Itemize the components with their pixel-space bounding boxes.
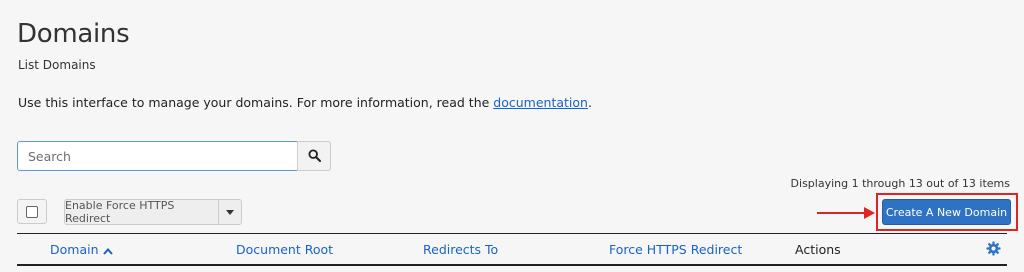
sort-ascending-icon: [102, 243, 113, 258]
column-actions: Actions: [795, 242, 841, 257]
intro-end: .: [587, 95, 592, 110]
search-button[interactable]: [297, 141, 331, 171]
display-count: Displaying 1 through 13 out of 13 items: [790, 177, 1010, 190]
table-settings-button[interactable]: [986, 241, 1001, 260]
https-dropdown-toggle[interactable]: [218, 199, 242, 225]
annotation-arrow-shaft: [817, 212, 867, 214]
checkbox-box: [26, 205, 38, 218]
enable-https-redirect-button[interactable]: Enable Force HTTPS Redirect: [64, 199, 219, 225]
documentation-link[interactable]: documentation: [493, 95, 588, 110]
intro-body: Use this interface to manage your domain…: [18, 95, 494, 110]
column-document-root[interactable]: Document Root: [236, 242, 333, 257]
page-title: Domains: [17, 19, 130, 49]
annotation-arrow-icon: [864, 207, 875, 219]
select-all-checkbox[interactable]: [17, 199, 47, 224]
page-subtitle: List Domains: [18, 58, 96, 72]
column-domain-label: Domain: [50, 242, 99, 257]
column-force-https[interactable]: Force HTTPS Redirect: [609, 242, 742, 257]
gear-icon: [986, 241, 1001, 260]
column-domain[interactable]: Domain: [50, 242, 113, 258]
create-domain-button[interactable]: Create A New Domain: [882, 199, 1011, 225]
intro-text: Use this interface to manage your domain…: [18, 95, 592, 110]
search-icon: [307, 147, 321, 166]
caret-down-icon: [226, 209, 234, 215]
table-header: Domain Document Root Redirects To Force …: [17, 233, 1007, 266]
search-input[interactable]: [17, 141, 298, 171]
column-redirects-to[interactable]: Redirects To: [423, 242, 498, 257]
